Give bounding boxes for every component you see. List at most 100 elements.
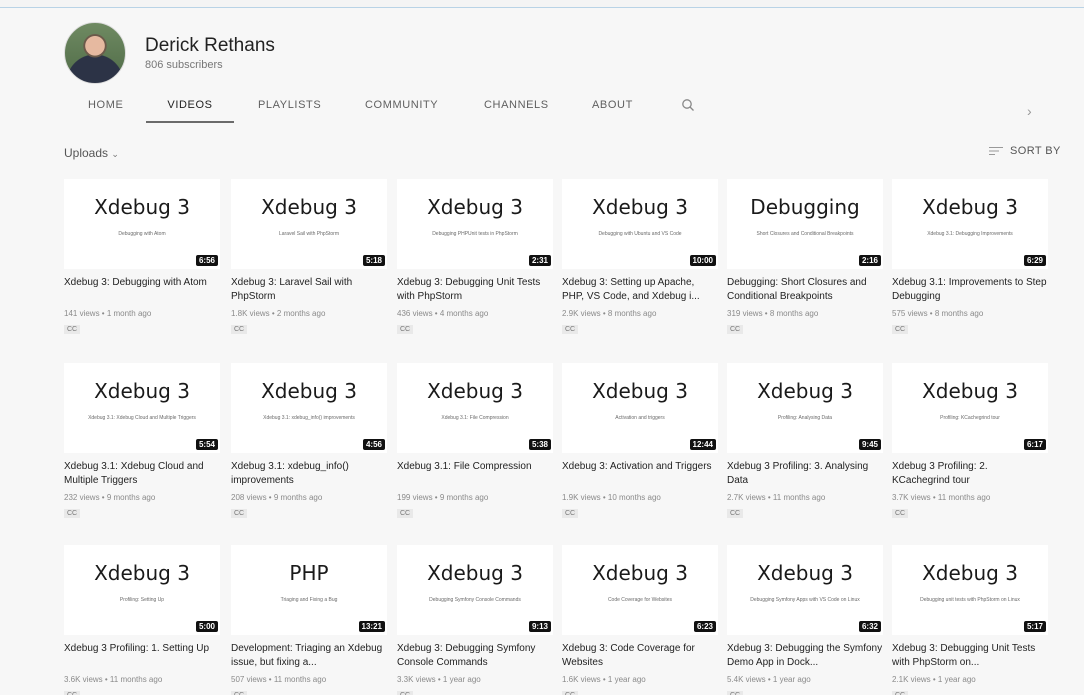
video-card[interactable]: PHP Triaging and Fixing a Bug 13:21 Develop… [231,545,387,695]
video-card[interactable]: Xdebug 3 Laravel Sail with PhpStorm 5:18 Xd… [231,179,387,336]
video-thumbnail[interactable]: Debugging Short Closures and Conditional … [727,179,883,269]
video-meta: 208 views • 9 months ago [231,493,323,502]
video-title[interactable]: Xdebug 3 Profiling: 3. Analysing Data [727,460,883,488]
video-thumbnail[interactable]: Xdebug 3 Activation and triggers 12:44 [562,363,718,453]
video-thumbnail[interactable]: PHP Triaging and Fixing a Bug 13:21 [231,545,387,635]
cc-badge: CC [562,325,579,334]
duration-badge: 9:45 [858,439,881,450]
tab-about[interactable]: ABOUT [592,95,632,127]
video-card[interactable]: Xdebug 3 Xdebug 3.1: Debugging Improvemen… [892,179,1048,336]
tab-community[interactable]: COMMUNITY [365,95,438,127]
duration-badge: 9:13 [528,621,551,632]
video-thumbnail[interactable]: Xdebug 3 Profiling: Analysing Data 9:45 [727,363,883,453]
video-title[interactable]: Xdebug 3.1: xdebug_info() improvements [231,460,387,488]
video-thumbnail[interactable]: Xdebug 3 Debugging Symfony Apps with VS C… [727,545,883,635]
video-card[interactable]: Xdebug 3 Profiling: KCachegrind tour 6:17 X… [892,363,1048,520]
video-title[interactable]: Xdebug 3 Profiling: 1. Setting Up [64,642,220,670]
sort-icon [989,147,1003,155]
video-title[interactable]: Xdebug 3: Laravel Sail with PhpStorm [231,276,387,304]
channel-name[interactable]: Derick Rethans [145,35,275,57]
thumbnail-title: Xdebug 3 [757,561,853,585]
video-title[interactable]: Xdebug 3: Debugging the Symfony Demo App… [727,642,883,670]
thumbnail-title: Xdebug 3 [922,379,1018,403]
video-thumbnail[interactable]: Xdebug 3 Xdebug 3.1: File Compression 5:38 [397,363,553,453]
tab-videos[interactable]: VIDEOS [146,95,234,127]
video-meta: 141 views • 1 month ago [64,309,152,318]
thumbnail-subtitle: Profiling: Setting Up [119,597,165,603]
video-thumbnail[interactable]: Xdebug 3 Debugging Symfony Console Comman… [397,545,553,635]
video-card[interactable]: Xdebug 3 Xdebug 3.1: Xdebug Cloud and Mul… [64,363,220,520]
video-thumbnail[interactable]: Xdebug 3 Debugging with Ubuntu and VS Cod… [562,179,718,269]
tab-playlists[interactable]: PLAYLISTS [258,95,321,127]
duration-badge: 13:21 [358,621,385,632]
video-card[interactable]: Xdebug 3 Xdebug 3.1: File Compression 5:38… [397,363,553,520]
video-card[interactable]: Xdebug 3 Xdebug 3.1: xdebug_info() improv… [231,363,387,520]
video-card[interactable]: Xdebug 3 Debugging Symfony Apps with VS C… [727,545,883,695]
cc-badge: CC [397,509,414,518]
video-title[interactable]: Xdebug 3.1: Improvements to Step Debuggi… [892,276,1048,304]
video-card[interactable]: Xdebug 3 Debugging with Atom 6:56 Xdebug 3:… [64,179,220,336]
video-card[interactable]: Debugging Short Closures and Conditional … [727,179,883,336]
video-card[interactable]: Xdebug 3 Debugging PHPUnit tests in PhpSt… [397,179,553,336]
video-card[interactable]: Xdebug 3 Debugging with Ubuntu and VS Cod… [562,179,718,336]
channel-avatar[interactable] [64,22,126,84]
video-title[interactable]: Xdebug 3: Debugging Unit Tests with PhpS… [892,642,1048,670]
search-icon[interactable] [681,98,695,112]
duration-badge: 6:23 [693,621,716,632]
video-card[interactable]: Xdebug 3 Debugging Symfony Console Comman… [397,545,553,695]
video-meta: 2.9K views • 8 months ago [562,309,657,318]
cc-badge: CC [231,509,248,518]
thumbnail-title: Xdebug 3 [94,379,190,403]
thumbnail-title: Xdebug 3 [427,195,523,219]
duration-badge: 6:56 [195,255,218,266]
thumbnail-title: Xdebug 3 [757,379,853,403]
thumbnail-subtitle: Xdebug 3.1: xdebug_info() improvements [263,415,355,421]
sort-label: SORT BY [1010,145,1061,157]
video-card[interactable]: Xdebug 3 Debugging unit tests with PhpSto… [892,545,1048,695]
uploads-dropdown[interactable]: Uploads ⌄ [64,146,119,160]
tab-home[interactable]: HOME [88,95,123,127]
video-thumbnail[interactable]: Xdebug 3 Xdebug 3.1: xdebug_info() improv… [231,363,387,453]
video-card[interactable]: Xdebug 3 Code Coverage for Websites 6:23 Xd… [562,545,718,695]
video-title[interactable]: Xdebug 3: Debugging Symfony Console Comm… [397,642,553,670]
video-thumbnail[interactable]: Xdebug 3 Profiling: KCachegrind tour 6:17 [892,363,1048,453]
sort-button[interactable]: SORT BY [988,145,1061,157]
video-title[interactable]: Xdebug 3.1: File Compression [397,460,553,488]
video-title[interactable]: Debugging: Short Closures and Conditiona… [727,276,883,304]
video-title[interactable]: Xdebug 3: Debugging with Atom [64,276,220,304]
video-meta: 232 views • 9 months ago [64,493,156,502]
video-title[interactable]: Development: Triaging an Xdebug issue, b… [231,642,387,670]
video-thumbnail[interactable]: Xdebug 3 Xdebug 3.1: Xdebug Cloud and Mul… [64,363,220,453]
thumbnail-title: Debugging [750,195,860,219]
duration-badge: 2:31 [528,255,551,266]
cc-badge: CC [397,691,414,695]
thumbnail-title: Xdebug 3 [922,561,1018,585]
video-thumbnail[interactable]: Xdebug 3 Xdebug 3.1: Debugging Improvemen… [892,179,1048,269]
tab-channels[interactable]: CHANNELS [484,95,548,127]
video-thumbnail[interactable]: Xdebug 3 Code Coverage for Websites 6:23 [562,545,718,635]
video-meta: 3.6K views • 11 months ago [64,675,163,684]
video-meta: 575 views • 8 months ago [892,309,984,318]
video-thumbnail[interactable]: Xdebug 3 Debugging unit tests with PhpSto… [892,545,1048,635]
thumbnail-subtitle: Debugging Symfony Apps with VS Code on L… [750,597,860,603]
video-card[interactable]: Xdebug 3 Profiling: Setting Up 5:00 Xdebug … [64,545,220,695]
video-title[interactable]: Xdebug 3: Activation and Triggers [562,460,718,488]
video-meta: 199 views • 9 months ago [397,493,489,502]
cc-badge: CC [562,509,579,518]
thumbnail-subtitle: Debugging with Ubuntu and VS Code [598,231,682,237]
video-thumbnail[interactable]: Xdebug 3 Profiling: Setting Up 5:00 [64,545,220,635]
video-title[interactable]: Xdebug 3.1: Xdebug Cloud and Multiple Tr… [64,460,220,488]
video-title[interactable]: Xdebug 3: Setting up Apache, PHP, VS Cod… [562,276,718,304]
video-thumbnail[interactable]: Xdebug 3 Debugging with Atom 6:56 [64,179,220,269]
video-title[interactable]: Xdebug 3: Code Coverage for Websites [562,642,718,670]
chevron-right-icon[interactable]: › [1027,103,1041,119]
video-title[interactable]: Xdebug 3: Debugging Unit Tests with PhpS… [397,276,553,304]
video-card[interactable]: Xdebug 3 Profiling: Analysing Data 9:45 Xde… [727,363,883,520]
duration-badge: 5:38 [528,439,551,450]
video-thumbnail[interactable]: Xdebug 3 Laravel Sail with PhpStorm 5:18 [231,179,387,269]
video-thumbnail[interactable]: Xdebug 3 Debugging PHPUnit tests in PhpSt… [397,179,553,269]
video-title[interactable]: Xdebug 3 Profiling: 2. KCachegrind tour [892,460,1048,488]
thumbnail-title: Xdebug 3 [261,195,357,219]
video-card[interactable]: Xdebug 3 Activation and triggers 12:44 Xdeb… [562,363,718,520]
cc-badge: CC [64,325,81,334]
